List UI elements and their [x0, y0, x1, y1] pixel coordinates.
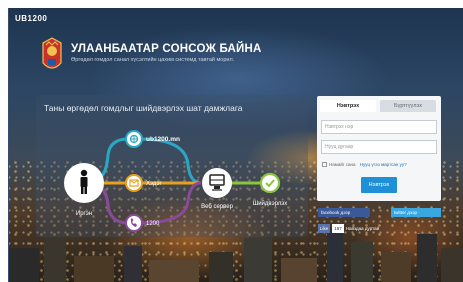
post-channel-label: Хэдэг: [146, 181, 163, 187]
page-headline: УЛААНБААТАР СОНСОЖ БАЙНА: [71, 43, 262, 55]
like-row: Like 187 Найздаа дуртай: [318, 224, 379, 233]
phone-channel-node: [125, 214, 143, 232]
tab-login[interactable]: Нэвтрэх: [320, 100, 376, 112]
city-emblem-icon: [42, 37, 62, 69]
app-logo[interactable]: UB1200: [15, 14, 47, 23]
result-node: [259, 172, 281, 194]
remember-checkbox[interactable]: [322, 162, 327, 168]
process-diagram: Иргэн ub1200.mn Хэдэг 1200 Веб сервер Ши…: [64, 130, 288, 232]
facebook-label: facebook дээр: [321, 210, 351, 215]
page-subline: Өргөдөл гомдол санал хүсэлтийн цахим сис…: [71, 57, 235, 63]
username-input[interactable]: Нэвтрэх нэр: [321, 120, 437, 134]
facebook-button[interactable]: facebook дээр: [318, 208, 370, 217]
friends-label: Найздаа дуртай: [345, 226, 380, 231]
like-count: 187: [332, 224, 344, 233]
server-label: Веб сервер: [201, 204, 234, 210]
tab-register[interactable]: Бүртгүүлэх: [380, 100, 436, 112]
twitter-label: twitter дээр: [394, 210, 418, 215]
remember-row: Намайг сана Нууц үгээ мартсан уу?: [322, 162, 407, 168]
twitter-button[interactable]: twitter дээр: [391, 208, 441, 217]
post-channel-node: [125, 174, 143, 192]
web-channel-node: [125, 130, 143, 148]
server-node: [202, 168, 232, 198]
remember-label[interactable]: Намайг сана: [329, 162, 356, 167]
result-label: Шийдвэрлэх: [253, 200, 288, 207]
citizen-label: Иргэн: [76, 211, 92, 217]
login-submit-button[interactable]: Нэвтрэх: [361, 177, 397, 193]
login-tabs: Нэвтрэх Бүртгүүлэх: [320, 100, 438, 112]
password-input[interactable]: Нууц дугаар: [321, 140, 437, 154]
phone-channel-label: 1200: [146, 221, 160, 227]
citizen-node: [64, 163, 104, 203]
like-button[interactable]: Like: [318, 224, 331, 233]
forgot-password-link[interactable]: Нууц үгээ мартсан уу?: [360, 162, 407, 167]
web-channel-label: ub1200.mn: [146, 136, 180, 143]
